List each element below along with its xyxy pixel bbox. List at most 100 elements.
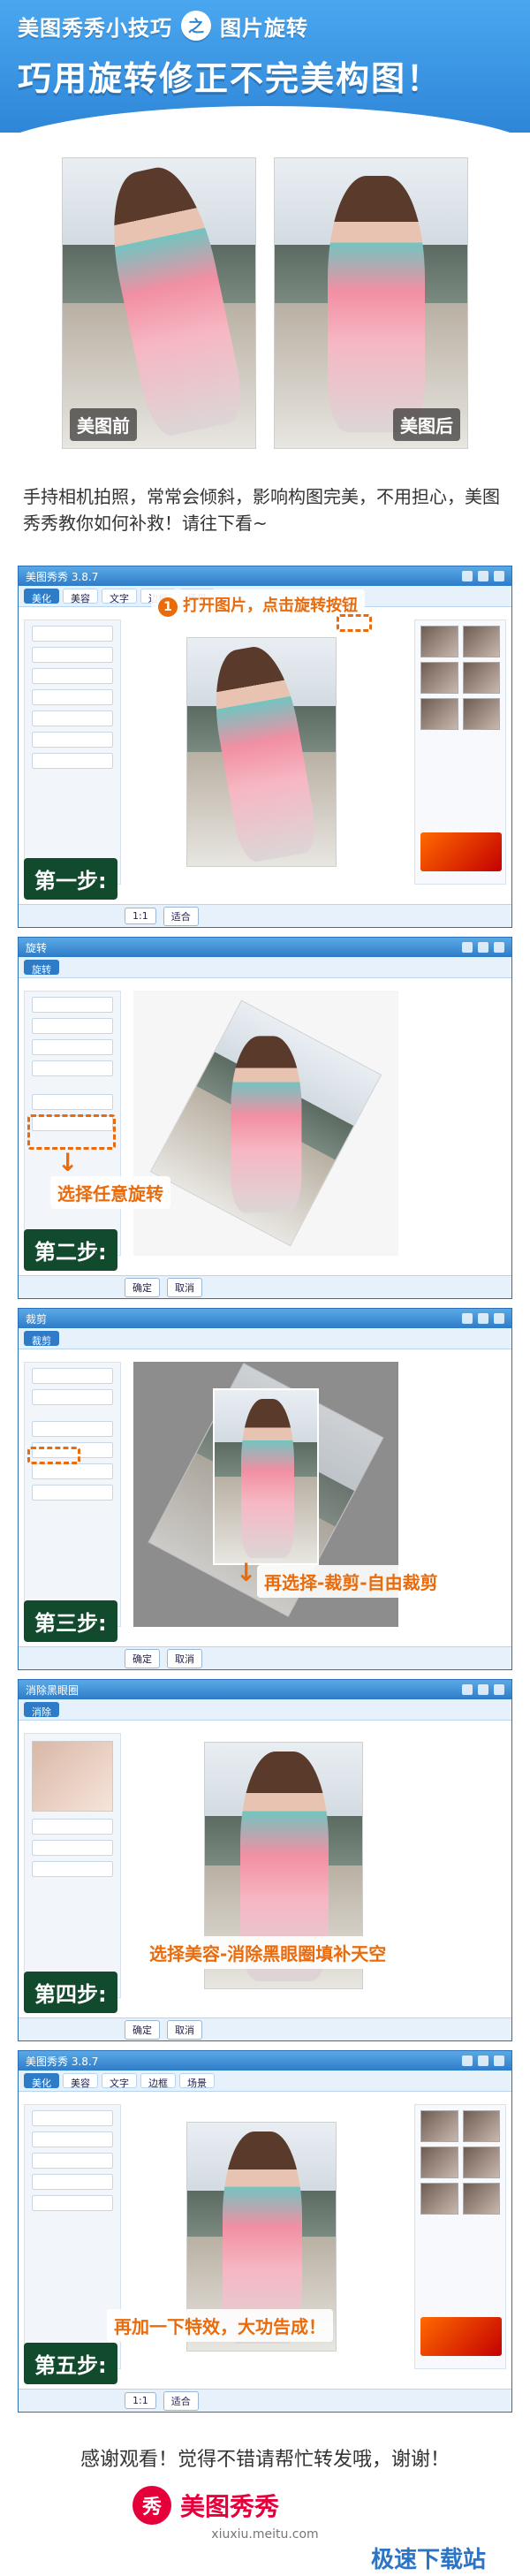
step-1-panel: 美图秀秀 3.8.7 美化 美容 文字 边框 场景 [18, 566, 512, 928]
free-rotate-highlight[interactable] [27, 1114, 116, 1150]
crop-selection[interactable] [213, 1388, 319, 1565]
free-crop-option[interactable] [32, 1421, 113, 1437]
thanks-text: 感谢观看！觉得不错请帮忙转发哦，谢谢！ [80, 2449, 450, 2471]
logo-url: xiuxiu.meitu.com [211, 2527, 319, 2542]
status-bar: 确定 取消 [19, 1275, 511, 1298]
tool-item[interactable] [32, 689, 113, 705]
step-5-panel: 美图秀秀 3.8.7 美化 美容 文字 边框 场景 再加一下特效，大功告成！ 第… [18, 2050, 512, 2413]
tool-item[interactable] [32, 668, 113, 684]
footer-brand: 极速下载站 [371, 2547, 487, 2573]
effect-thumb[interactable] [420, 2110, 458, 2142]
effect-thumb[interactable] [420, 662, 458, 694]
effect-thumb[interactable] [462, 2110, 500, 2142]
window-controls[interactable] [462, 942, 504, 953]
ad-banner[interactable] [420, 832, 502, 871]
tab-text[interactable]: 文字 [102, 589, 137, 604]
tool-item[interactable] [32, 2153, 113, 2169]
fit-button[interactable]: 适合 [163, 2390, 199, 2411]
brush-size-slider[interactable] [32, 1819, 113, 1835]
zoom-control[interactable]: 1:1 [125, 2392, 156, 2409]
crop-tabs: 裁剪 [19, 1328, 511, 1349]
tab-beautify[interactable]: 美化 [24, 2073, 59, 2089]
effect-thumb[interactable] [462, 2147, 500, 2178]
tool-item[interactable] [32, 710, 113, 726]
step-2-callout: 选择任意旋转 [50, 1176, 170, 1209]
headline: 巧用旋转修正不完美构图！ [18, 61, 443, 98]
tool-item[interactable] [32, 732, 113, 748]
right-effects-panel [414, 2104, 506, 2369]
tab-scene[interactable]: 场景 [179, 2073, 215, 2089]
status-bar: 1:1 适合 [19, 904, 511, 927]
status-bar: 确定 取消 [19, 1646, 511, 1669]
cancel-button[interactable]: 取消 [167, 1277, 202, 1297]
tab-beauty[interactable]: 美容 [63, 589, 98, 604]
meitu-logo-icon: 秀 [132, 2486, 171, 2525]
effect-thumb[interactable] [420, 698, 458, 730]
tool-item[interactable] [32, 753, 113, 769]
rotate-right-button[interactable] [32, 1018, 113, 1034]
crop-preset[interactable] [32, 1463, 113, 1479]
free-rotate-slider[interactable] [32, 1094, 113, 1110]
tab-tool[interactable]: 消除 [24, 1702, 59, 1718]
window-controls[interactable] [462, 571, 504, 581]
apply-button[interactable]: 确定 [125, 1648, 160, 1668]
tab-crop[interactable]: 裁剪 [24, 1331, 59, 1347]
effect-thumb[interactable] [462, 662, 500, 694]
brush-strength-slider[interactable] [32, 1840, 113, 1856]
header-banner: 美图秀秀小技巧 之 图片旋转 巧用旋转修正不完美构图！ [0, 0, 530, 133]
effect-thumb[interactable] [420, 2183, 458, 2215]
rotate-left-button[interactable] [32, 997, 113, 1013]
window-titlebar: 裁剪 [19, 1309, 511, 1328]
window-title: 裁剪 [26, 1312, 48, 1326]
tool-item[interactable] [32, 647, 113, 663]
effect-thumb[interactable] [462, 626, 500, 657]
cancel-button[interactable]: 取消 [167, 1648, 202, 1668]
joiner-badge: 之 [181, 11, 211, 41]
tool-item[interactable] [32, 2195, 113, 2211]
ad-banner[interactable] [420, 2317, 502, 2356]
logo-text: 美图秀秀 [180, 2492, 280, 2521]
step-1-callout-text: 打开图片，点击旋转按钮 [183, 597, 358, 615]
zoom-control[interactable]: 1:1 [125, 908, 156, 924]
tab-text[interactable]: 文字 [102, 2073, 137, 2089]
color-pick-button[interactable] [32, 1861, 113, 1877]
cancel-button[interactable]: 取消 [167, 2019, 202, 2040]
tab-beautify[interactable]: 美化 [24, 589, 59, 604]
header-title-row: 美图秀秀小技巧 之 图片旋转 [18, 9, 308, 42]
after-photo: 美图后 [274, 157, 468, 449]
tool-item[interactable] [32, 2174, 113, 2190]
tab-rotate[interactable]: 旋转 [24, 960, 59, 976]
flip-horizontal-button[interactable] [32, 1039, 113, 1055]
window-titlebar: 旋转 [19, 938, 511, 957]
tab-frame[interactable]: 边框 [140, 2073, 176, 2089]
crop-width-input[interactable] [32, 1368, 113, 1384]
window-controls[interactable] [462, 1684, 504, 1695]
status-bar: 确定 取消 [19, 2017, 511, 2040]
effect-thumb[interactable] [462, 698, 500, 730]
window-controls[interactable] [462, 2055, 504, 2066]
apply-button[interactable]: 确定 [125, 1277, 160, 1297]
free-crop-highlight[interactable] [27, 1447, 80, 1464]
app-name: 美图秀秀小技巧 [18, 16, 172, 41]
crop-height-input[interactable] [32, 1389, 113, 1405]
tab-beauty[interactable]: 美容 [63, 2073, 98, 2089]
window-title: 消除黑眼圈 [26, 1683, 80, 1697]
window-title: 美图秀秀 3.8.7 [26, 570, 99, 583]
effect-thumb[interactable] [420, 626, 458, 657]
window-controls[interactable] [462, 1313, 504, 1324]
rotate-button-highlight[interactable] [337, 614, 372, 632]
step-number-badge: 1 [158, 597, 178, 617]
fit-button[interactable]: 适合 [163, 906, 199, 926]
crop-options-panel [24, 1362, 121, 1627]
crop-preset[interactable] [32, 1485, 113, 1501]
step-4-label: 第四步: [24, 1972, 117, 2013]
flip-vertical-button[interactable] [32, 1060, 113, 1076]
menu-tabs: 美化 美容 文字 边框 场景 [19, 2071, 511, 2092]
apply-button[interactable]: 确定 [125, 2019, 160, 2040]
intro-text: 手持相机拍照，常常会倾斜，影响构图完美，不用担心，美图秀秀教你如何补救！请往下看… [23, 486, 500, 534]
effect-thumb[interactable] [420, 2147, 458, 2178]
effect-thumb[interactable] [462, 2183, 500, 2215]
tool-item[interactable] [32, 626, 113, 642]
tool-item[interactable] [32, 2131, 113, 2147]
tool-item[interactable] [32, 2110, 113, 2126]
